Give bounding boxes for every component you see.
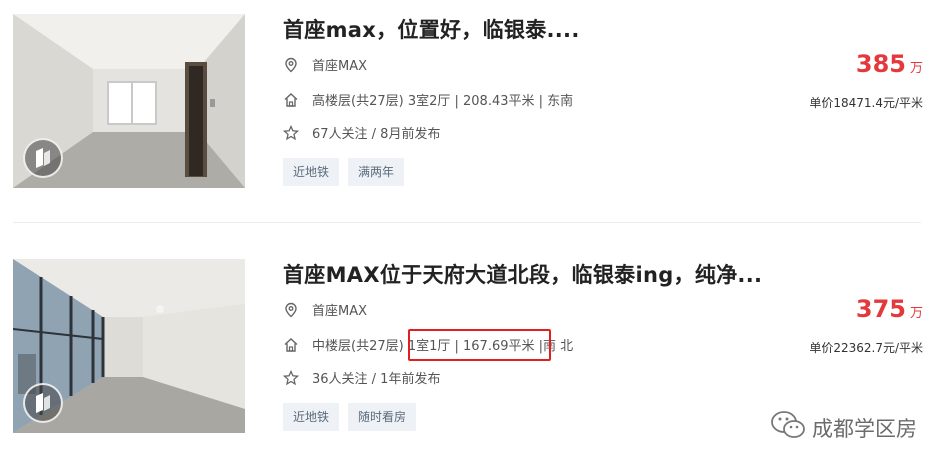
unit-price: 单价18471.4元/平米: [809, 96, 923, 110]
tag-list: 近地铁 满两年: [283, 158, 413, 186]
house-info-row: 高楼层(共27层) 3室2厅 | 208.43平米 | 东南: [283, 90, 573, 109]
star-icon: [282, 369, 300, 386]
vr-badge-icon[interactable]: [23, 383, 63, 423]
community-link[interactable]: 首座MAX: [312, 300, 367, 319]
follow-row: 67人关注 / 8月前发布: [282, 123, 441, 142]
house-info: 高楼层(共27层) 3室2厅 | 208.43平米 | 东南: [312, 94, 574, 109]
listing-title[interactable]: 首座max，位置好，临银泰....: [283, 14, 580, 44]
follow-row: 36人关注 / 1年前发布: [282, 368, 441, 387]
listing-photo[interactable]: [13, 14, 245, 188]
house-info-floor: 中楼层(共27层): [312, 339, 408, 354]
tag-near-subway[interactable]: 近地铁: [283, 403, 340, 431]
house-icon: [283, 92, 299, 108]
listing-photo[interactable]: [13, 259, 245, 433]
total-price-value: 375: [855, 295, 906, 323]
tag-over-two-years[interactable]: 满两年: [348, 158, 405, 186]
community-row: 首座MAX: [283, 55, 367, 74]
tag-list: 近地铁 随时看房: [283, 403, 425, 431]
community-row: 首座MAX: [283, 300, 367, 319]
total-price-unit: 万: [909, 61, 923, 76]
watermark-text: 成都学区房: [812, 416, 917, 441]
total-price-unit: 万: [909, 306, 923, 321]
location-pin-icon: [283, 302, 299, 318]
watermark: 成都学区房: [770, 410, 917, 445]
listing-title[interactable]: 首座MAX位于天府大道北段，临银泰ing，纯净...: [283, 259, 762, 289]
location-pin-icon: [283, 57, 299, 73]
follow-info: 67人关注 / 8月前发布: [312, 127, 441, 142]
star-icon: [282, 124, 300, 141]
listing-card[interactable]: 首座max，位置好，临银泰.... 首座MAX 高楼层(共27层) 3室2厅 |…: [0, 0, 945, 200]
total-price-value: 385: [855, 50, 906, 78]
tag-view-anytime[interactable]: 随时看房: [348, 403, 417, 431]
vr-badge-icon[interactable]: [23, 138, 63, 178]
tag-near-subway[interactable]: 近地铁: [283, 158, 340, 186]
unit-price: 单价22362.7元/平米: [809, 341, 923, 355]
house-icon: [283, 337, 299, 353]
wechat-icon: [770, 410, 806, 445]
follow-info: 36人关注 / 1年前发布: [312, 372, 441, 387]
listing-divider: [13, 222, 921, 223]
total-price: 385 万: [856, 50, 923, 78]
highlight-box: [408, 329, 551, 361]
total-price: 375 万: [856, 295, 923, 323]
community-link[interactable]: 首座MAX: [312, 55, 367, 74]
